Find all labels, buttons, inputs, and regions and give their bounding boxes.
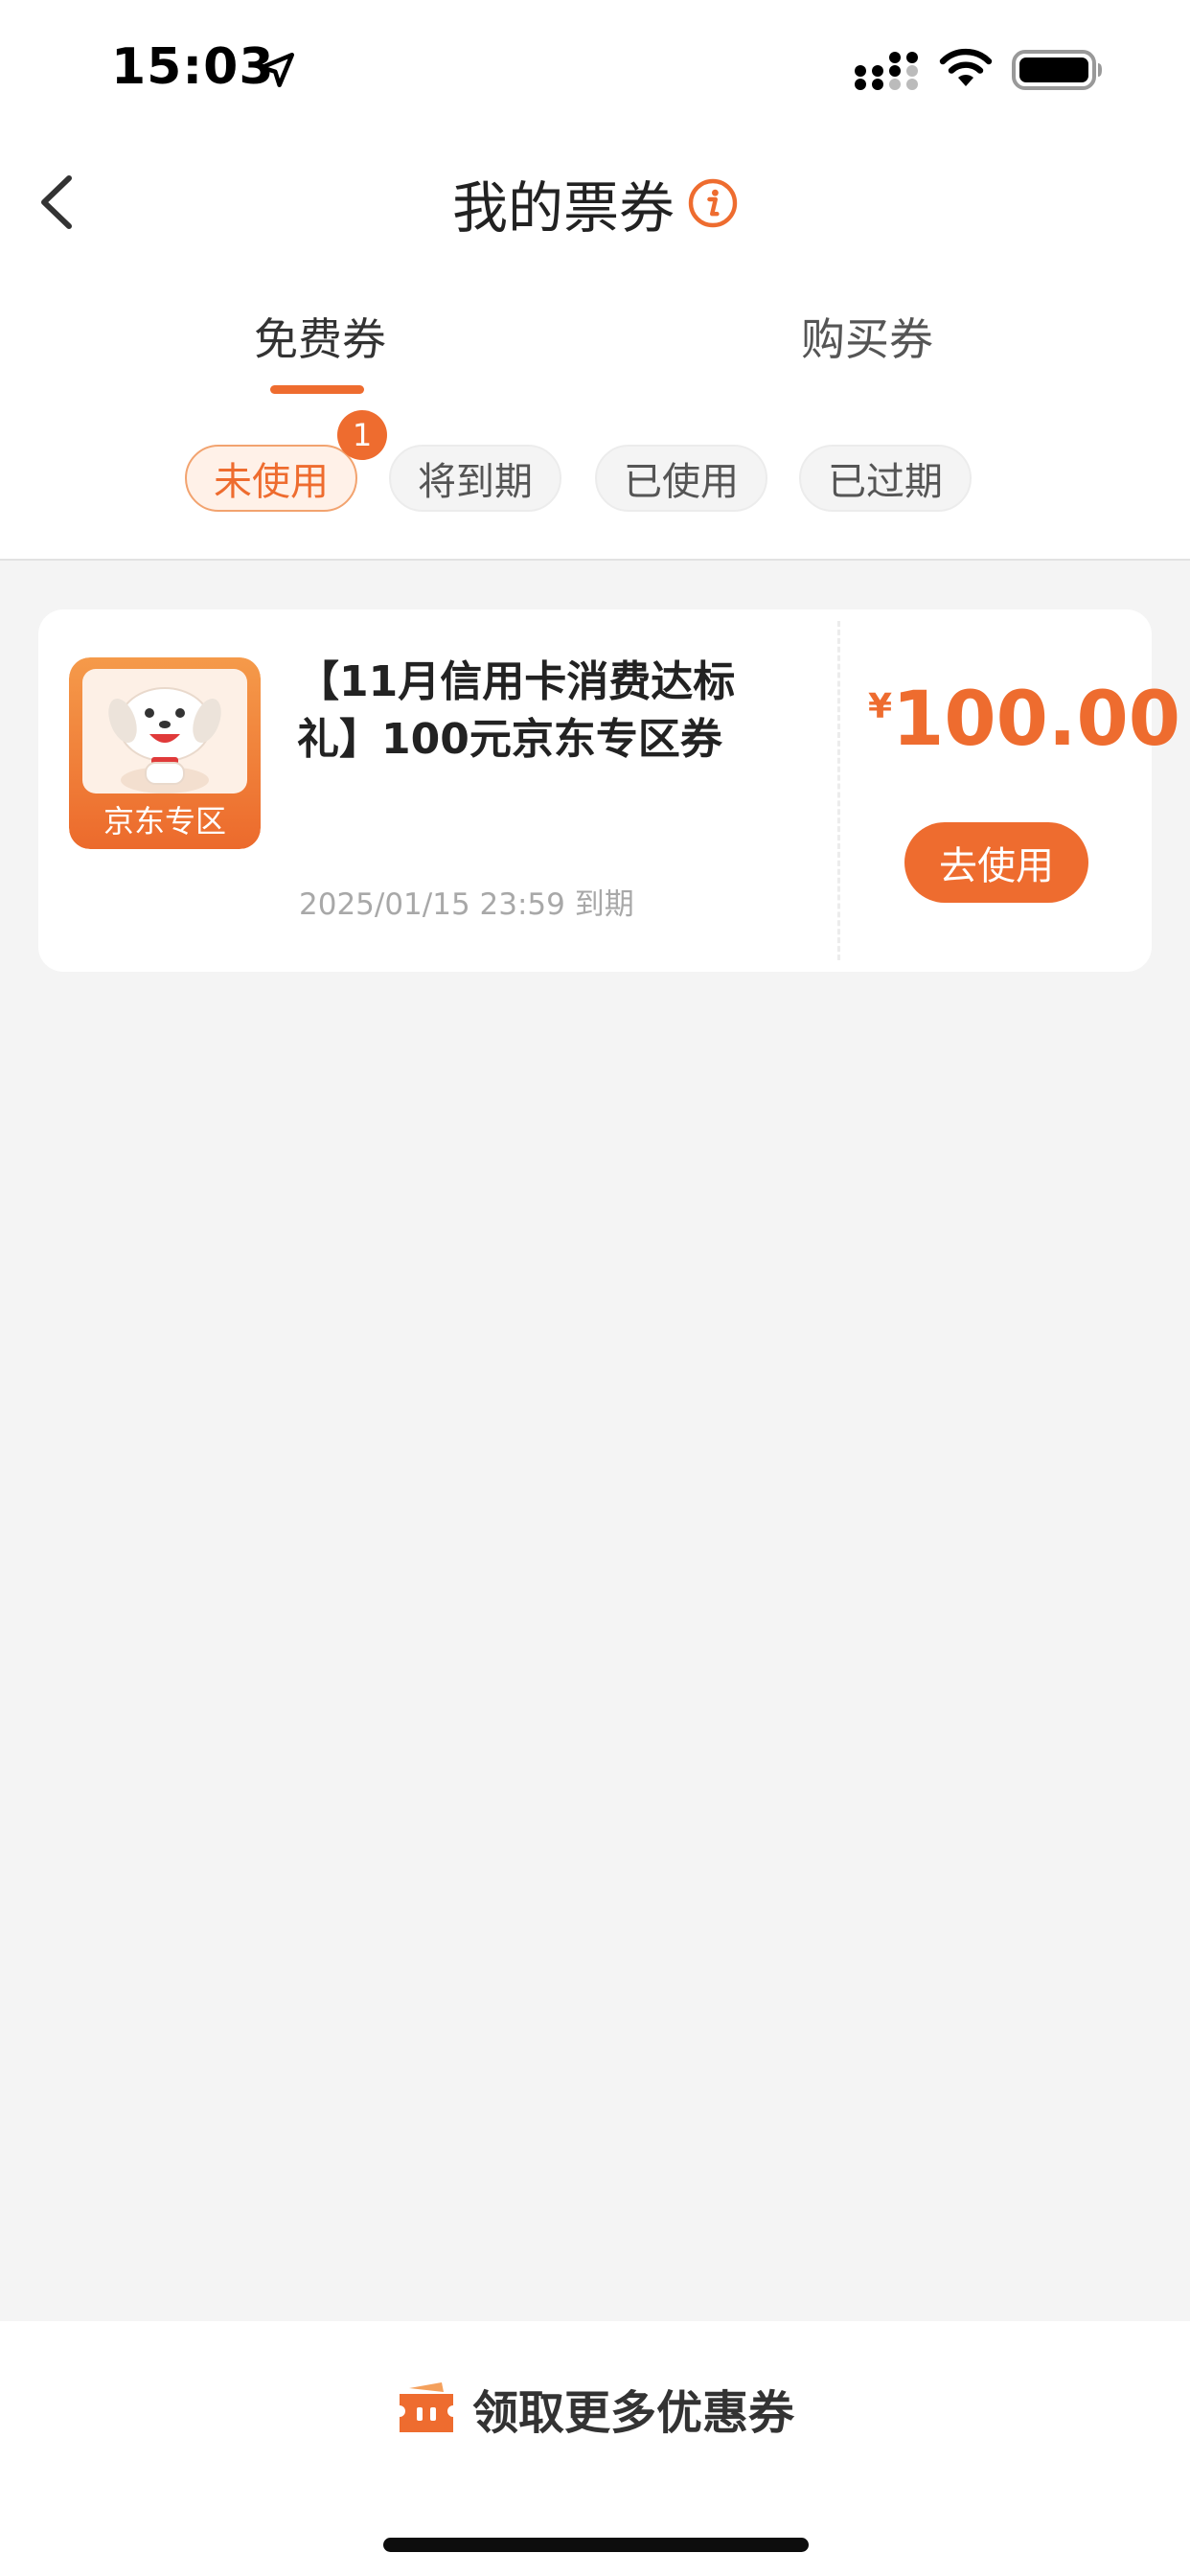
price-amount: 100.00: [892, 677, 1181, 763]
unused-count-badge: 1: [337, 410, 387, 460]
coupon-expiry: 2025/01/15 23:59 到期: [299, 887, 634, 922]
coupon-price: ¥100.00: [868, 677, 1180, 763]
home-indicator[interactable]: [383, 2538, 809, 2552]
tab-active-indicator: [270, 385, 364, 394]
jd-dog-logo-icon: 京东专区: [69, 657, 261, 849]
header-area: 15:03 我的票券 免费券 购买券 未使用 将到期 已使用 已过期 1: [0, 0, 1190, 561]
wifi-icon: [939, 48, 993, 86]
get-more-coupons-label: 领取更多优惠券: [471, 2386, 794, 2440]
page-title: 我的票券: [451, 175, 675, 241]
tab-free-coupons[interactable]: 免费券: [254, 305, 386, 368]
coupon-title: 【11月信用卡消费达标礼】100元京东专区券: [297, 657, 736, 764]
card-divider: [837, 621, 840, 960]
filter-expired[interactable]: 已过期: [799, 445, 972, 512]
battery-icon: [1012, 50, 1102, 90]
page-title-row: 我的票券: [0, 163, 1190, 243]
location-arrow-icon: [259, 52, 295, 88]
info-icon[interactable]: [688, 178, 738, 228]
logo-label: 京东专区: [103, 803, 226, 840]
cellular-signal-icon: [855, 52, 918, 90]
filter-used[interactable]: 已使用: [595, 445, 767, 512]
currency-symbol: ¥: [868, 687, 893, 726]
use-coupon-button[interactable]: 去使用: [904, 822, 1088, 903]
status-time: 15:03: [111, 38, 275, 96]
filter-expiring-soon[interactable]: 将到期: [389, 445, 561, 512]
bottom-bar: 领取更多优惠券: [0, 2321, 1190, 2576]
filter-unused[interactable]: 未使用: [185, 445, 357, 512]
tab-purchased-coupons[interactable]: 购买券: [801, 305, 933, 368]
ticket-icon: [399, 2382, 453, 2432]
get-more-coupons-button[interactable]: 领取更多优惠券: [0, 2375, 1190, 2442]
coupon-card[interactable]: 京东专区 【11月信用卡消费达标礼】100元京东专区券 2025/01/15 2…: [38, 610, 1180, 972]
